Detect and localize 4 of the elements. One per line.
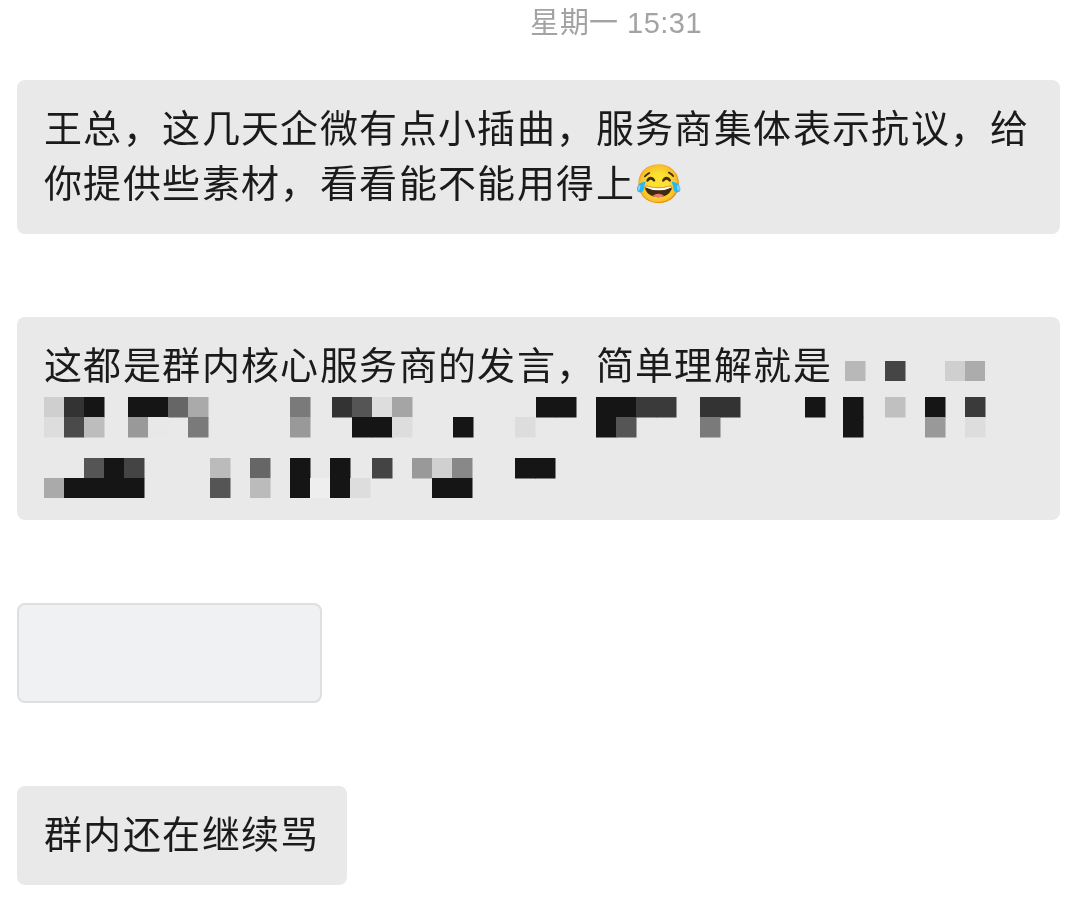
message-text: 这都是群内核心服务商的发言，简单理解就是 (44, 345, 832, 387)
message-text: 王总，这几天企微有点小插曲，服务商集体表示抗议，给你提供些素材，看看能不能用得上😂 (44, 108, 1029, 205)
message-text: 群内还在继续骂 (44, 814, 320, 856)
timestamp: 星期一 15:31 (530, 6, 703, 41)
